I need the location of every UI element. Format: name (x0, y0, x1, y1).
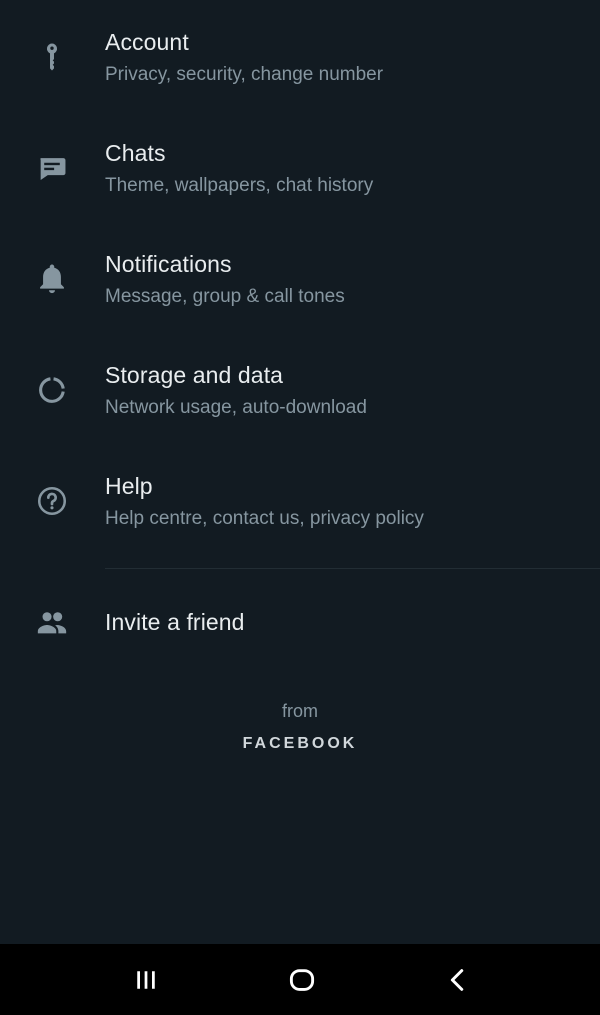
help-icon (32, 481, 72, 521)
invite-label: Invite a friend (105, 609, 245, 635)
settings-item-notifications[interactable]: Notifications Message, group & call tone… (0, 222, 600, 333)
data-usage-icon (32, 370, 72, 410)
settings-item-subtitle: Help centre, contact us, privacy policy (105, 508, 424, 529)
settings-screen: Account Privacy, security, change number… (0, 0, 600, 1015)
back-icon (450, 969, 464, 991)
settings-item-title: Storage and data (105, 362, 284, 388)
chat-icon (32, 148, 72, 188)
settings-item-subtitle: Privacy, security, change number (105, 64, 384, 85)
settings-item-subtitle: Message, group & call tones (105, 286, 345, 307)
settings-item-help[interactable]: Help Help centre, contact us, privacy po… (0, 444, 600, 555)
settings-item-title: Help (105, 473, 153, 499)
settings-item-title: Notifications (105, 251, 232, 277)
recent-apps-icon (137, 971, 155, 989)
bell-icon (32, 259, 72, 299)
settings-item-subtitle: Theme, wallpapers, chat history (105, 175, 374, 196)
settings-item-chats[interactable]: Chats Theme, wallpapers, chat history (0, 111, 600, 222)
home-button[interactable] (280, 958, 324, 1002)
system-navigation-bar (0, 944, 600, 1015)
settings-item-account[interactable]: Account Privacy, security, change number (0, 0, 600, 111)
settings-item-title: Account (105, 29, 189, 55)
people-icon (32, 602, 72, 642)
footer-from-label: from (282, 701, 318, 721)
key-icon (32, 37, 72, 77)
settings-item-subtitle: Network usage, auto-download (105, 397, 367, 418)
settings-item-invite[interactable]: Invite a friend (0, 571, 600, 671)
settings-item-storage[interactable]: Storage and data Network usage, auto-dow… (0, 333, 600, 444)
recent-apps-button[interactable] (124, 958, 168, 1002)
settings-item-title: Chats (105, 140, 166, 166)
home-icon (289, 969, 315, 991)
section-divider (105, 568, 600, 569)
footer-brand: FACEBOOK (242, 735, 358, 752)
back-button[interactable] (436, 958, 480, 1002)
